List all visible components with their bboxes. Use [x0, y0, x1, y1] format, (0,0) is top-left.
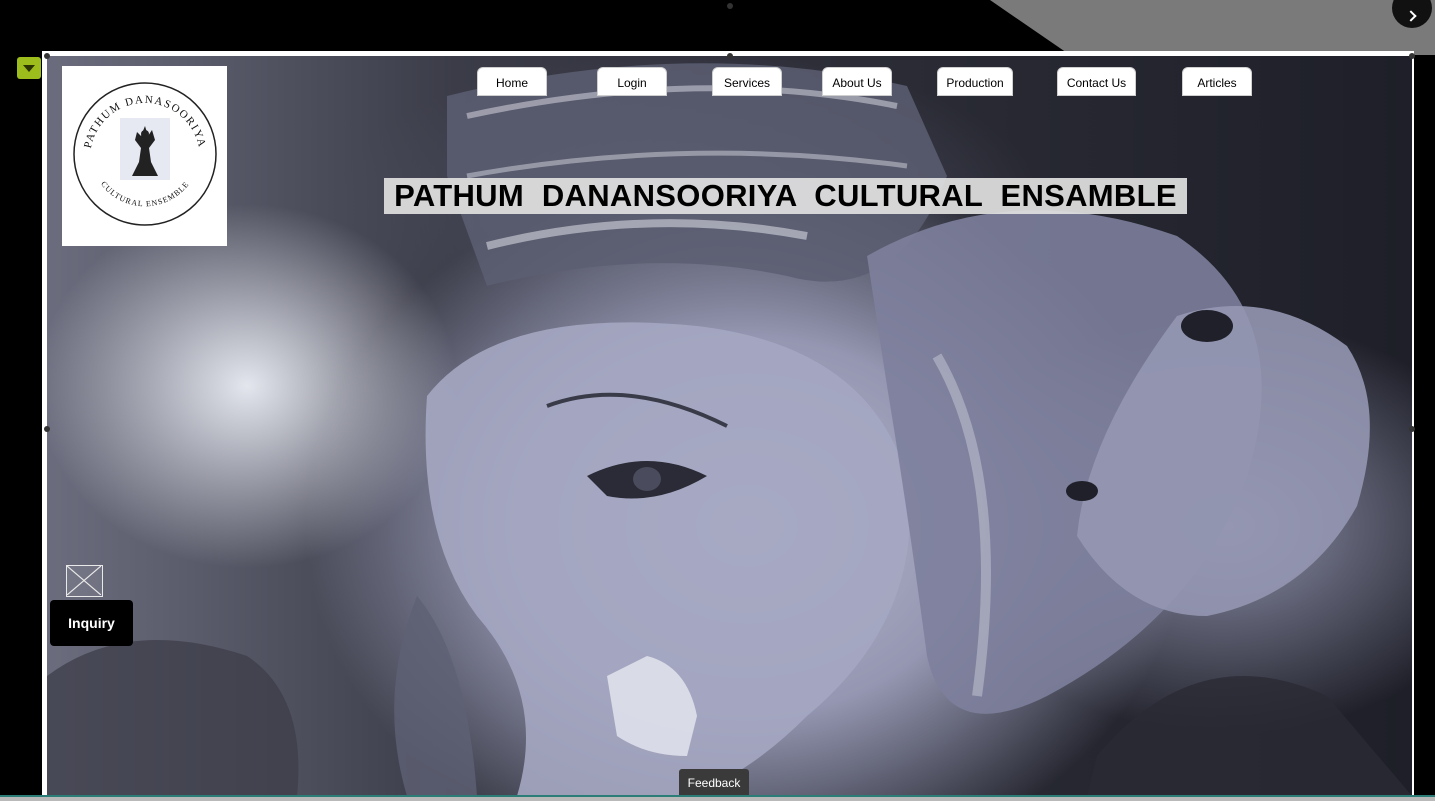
resize-handle-top-left[interactable] [44, 53, 50, 59]
feedback-label: Feedback [687, 776, 741, 790]
svg-text:CULTURAL ENSEMBLE: CULTURAL ENSEMBLE [99, 179, 191, 208]
logo-text-bottom: CULTURAL ENSEMBLE [99, 179, 190, 208]
chevron-right-icon [1404, 10, 1417, 22]
nav-articles-label: Articles [1197, 76, 1237, 90]
nav-login-label: Login [617, 76, 647, 90]
editor-stage: PATHUM DANASOORIYA CULTURAL ENSEMBLE Hom… [0, 0, 1435, 801]
nav-contact-us-label: Contact Us [1066, 76, 1127, 90]
nav-home-button[interactable]: Home [477, 67, 547, 96]
panel-toggle-button[interactable] [17, 57, 41, 79]
inquiry-button[interactable]: Inquiry [50, 600, 133, 646]
resize-handle-top-outer[interactable] [727, 3, 733, 9]
nav-contact-us-button[interactable]: Contact Us [1057, 67, 1136, 96]
nav-services-button[interactable]: Services [712, 67, 782, 96]
resize-handle-left[interactable] [44, 426, 50, 432]
chevron-down-icon [23, 64, 35, 72]
site-title: PATHUM DANANSOORIYA CULTURAL ENSAMBLE [384, 178, 1187, 214]
nav-home-label: Home [495, 76, 528, 90]
nav-services-label: Services [723, 76, 770, 90]
hero-background-image [47, 56, 1412, 796]
nav-production-button[interactable]: Production [937, 67, 1013, 96]
site-logo[interactable]: PATHUM DANASOORIYA CULTURAL ENSEMBLE [62, 66, 227, 246]
inquiry-label: Inquiry [68, 615, 115, 631]
resize-handle-top-right[interactable] [1409, 53, 1415, 59]
background-wedge [990, 0, 1435, 55]
resize-handle-right[interactable] [1409, 426, 1415, 432]
nav-about-us-button[interactable]: About Us [822, 67, 892, 96]
resize-handle-top[interactable] [727, 53, 733, 59]
bottom-scroll-strip [0, 795, 1435, 801]
nav-login-button[interactable]: Login [597, 67, 667, 96]
nav-about-us-label: About Us [832, 76, 882, 90]
nav-articles-button[interactable]: Articles [1182, 67, 1252, 96]
ganesha-artwork [47, 63, 1412, 796]
feedback-button[interactable]: Feedback [679, 769, 749, 797]
nav-production-label: Production [946, 76, 1004, 90]
broken-image-icon[interactable] [66, 565, 103, 597]
